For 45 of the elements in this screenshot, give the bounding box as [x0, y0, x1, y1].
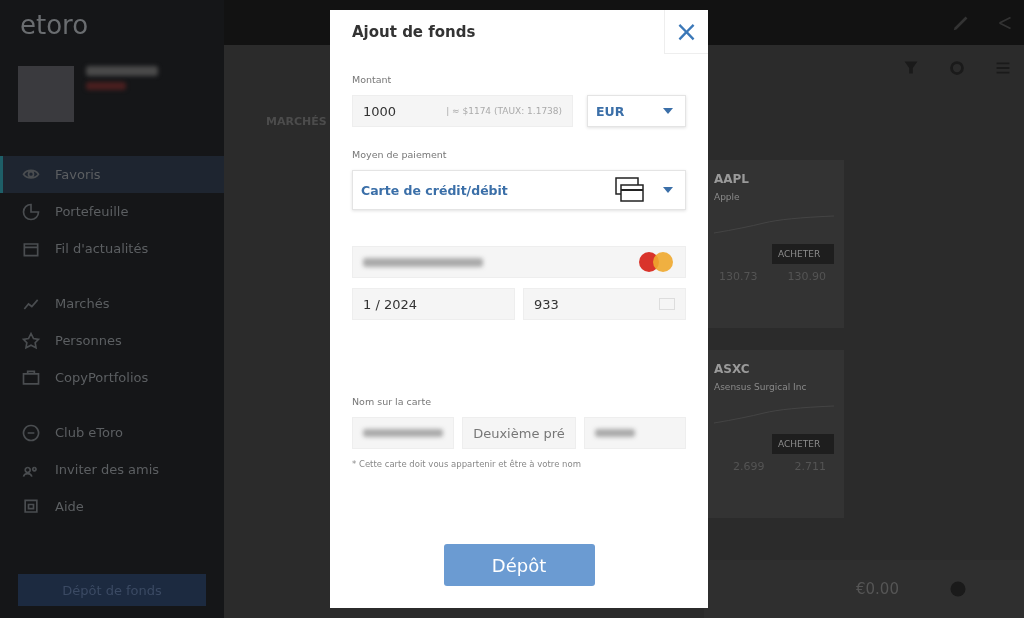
menu-item-icon	[21, 422, 41, 443]
instrument-symbol: ASXC	[714, 362, 751, 376]
sidebar-item[interactable]: Marchés	[0, 285, 224, 322]
sidebar-item[interactable]: CopyPortfolios	[0, 359, 224, 396]
amount-field[interactable]: 1000 | ≈ $1174 (TAUX: 1.1738)	[352, 95, 574, 127]
close-button[interactable]: ×	[664, 10, 708, 54]
instrument-name: Asensus Surgical Inc	[714, 382, 808, 392]
menu-item-icon	[21, 201, 41, 222]
blurred-last-name	[594, 429, 635, 437]
sidebar-item[interactable]: Portefeuille	[0, 193, 224, 230]
caret-icon	[663, 108, 673, 114]
expiry-field[interactable]: 1 / 2024	[352, 288, 515, 320]
sidebar-item[interactable]: Aide	[0, 488, 224, 525]
sidebar-item[interactable]: Favoris	[0, 156, 224, 193]
card-brand-icon	[637, 251, 675, 273]
buy-button[interactable]: ACHETER	[772, 244, 834, 264]
conversion-text: | ≈ $1174 (TAUX: 1.1738)	[446, 106, 563, 116]
instrument-name: Apple	[714, 192, 741, 202]
field-label: Nom sur la carte	[352, 396, 433, 407]
logo: etoro	[19, 10, 90, 42]
buy-button[interactable]: ACHETER	[772, 434, 834, 454]
payment-method-select[interactable]: Carte de crédit/débit	[352, 170, 686, 210]
currency-select[interactable]: EUR	[587, 95, 686, 127]
sidebar-item[interactable]: Fil d'actualités	[0, 230, 224, 267]
blurred-username	[86, 66, 158, 76]
avatar-placeholder	[18, 66, 74, 122]
card-number-field[interactable]	[352, 246, 686, 278]
field-label: Moyen de paiement	[352, 149, 448, 160]
dialog-title: Ajout de fonds	[352, 23, 476, 41]
menu-item-icon	[21, 330, 41, 351]
field-label: Montant	[352, 74, 393, 85]
sidebar-item[interactable]: Club eToro	[0, 414, 224, 451]
middle-name-field[interactable]: Deuxième pré	[462, 417, 576, 449]
last-name-field[interactable]	[583, 417, 686, 449]
card-icon	[659, 298, 675, 310]
first-name-field[interactable]	[352, 417, 455, 449]
sidebar-item[interactable]: Inviter des amis	[0, 451, 224, 488]
cards-icon	[615, 177, 645, 203]
caret-icon	[663, 187, 673, 193]
card-ownership-note: * Cette carte doit vous appartenir et être à votre nom	[352, 459, 582, 469]
instrument-symbol: AAPL	[714, 172, 750, 186]
blurred-text	[86, 82, 126, 90]
cvv-field[interactable]: 933	[523, 288, 686, 320]
sidebar-item[interactable]: Personnes	[0, 322, 224, 359]
deposit-submit-button[interactable]: Dépôt	[443, 544, 595, 586]
